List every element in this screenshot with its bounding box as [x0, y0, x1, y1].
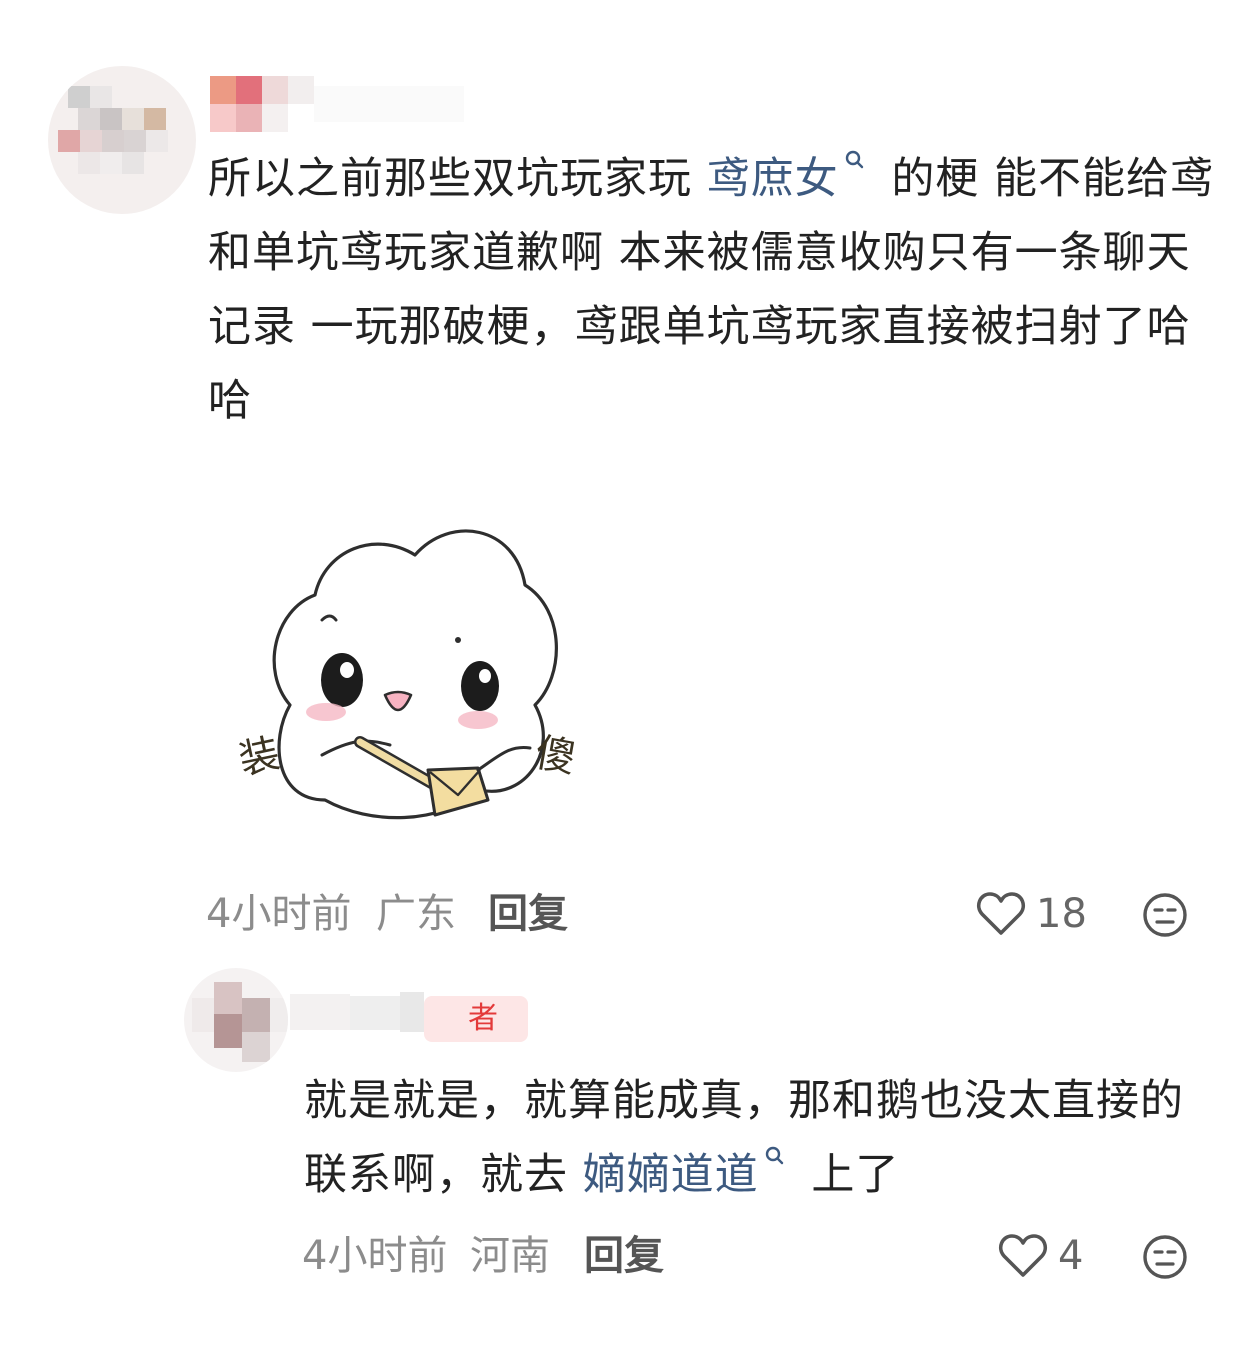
heart-outline-icon — [977, 892, 1025, 935]
comment-meta-row: 4小时前 广东 回复 18 — [206, 884, 1236, 944]
topic-link[interactable]: 鸢庶女 — [707, 154, 839, 204]
topic-link[interactable]: 嫡嫡道道 — [583, 1150, 759, 1200]
like-count: 18 — [1036, 891, 1087, 937]
comment-text: 所以之前那些双坑玩家玩 鸢庶女 的梗 能不能给鸢和单坑鸢玩家道歉啊 本来被儒意收… — [208, 142, 1218, 438]
reply-text: 就是就是，就算能成真，那和鹅也没太直接的联系啊，就去 嫡嫡道道 上了 — [304, 1064, 1224, 1212]
sticker-label-left: 装 — [235, 730, 284, 783]
like-button[interactable]: 18 — [976, 888, 1087, 940]
neutral-face-icon[interactable] — [1142, 1234, 1188, 1280]
author-badge: 者 — [424, 996, 528, 1042]
reply-meta-row: 4小时前 河南 回复 4 — [302, 1226, 1236, 1286]
reply-like-count: 4 — [1058, 1233, 1084, 1279]
reply-text-part: 上了 — [796, 1150, 900, 1200]
reply-avatar[interactable] — [184, 968, 288, 1072]
neutral-face-icon[interactable] — [1142, 892, 1188, 938]
reply-location: 河南 — [470, 1233, 550, 1279]
reply-button[interactable]: 回复 — [488, 884, 568, 944]
sticker-label-right: 傻 — [532, 730, 579, 782]
search-icon[interactable] — [843, 148, 869, 174]
comment-text-part: 所以之前那些双坑玩家玩 — [208, 154, 707, 204]
heart-outline-icon — [999, 1234, 1047, 1277]
reply-timestamp: 4小时前 — [302, 1233, 448, 1279]
reply-like-button[interactable]: 4 — [998, 1230, 1083, 1282]
location: 广东 — [376, 891, 456, 937]
username-masked[interactable] — [210, 76, 470, 132]
reply-button[interactable]: 回复 — [584, 1226, 664, 1286]
avatar[interactable] — [48, 66, 196, 214]
timestamp: 4小时前 — [206, 891, 352, 937]
search-icon[interactable] — [763, 1144, 789, 1170]
sticker-image[interactable]: 装 傻 — [230, 500, 610, 850]
